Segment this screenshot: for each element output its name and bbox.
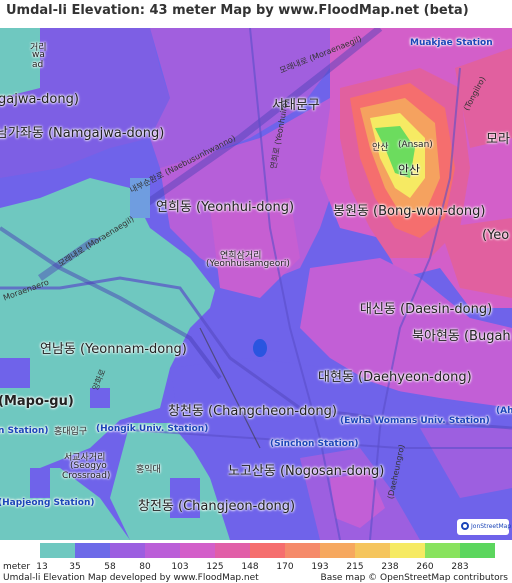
ad-label: ad (32, 60, 44, 70)
legend-tick-label: 58 (104, 562, 116, 572)
ansan-ko-label: 안산 (372, 143, 389, 153)
ansan-ko2-label: 안산 (398, 163, 421, 177)
yeonnam-dong-label: 연남동 (Yeonnam-dong) (40, 342, 187, 357)
yeon-right-label: (Yeo (482, 228, 510, 243)
mora-right-label: 모라 (486, 132, 510, 147)
legend-swatch (250, 543, 285, 558)
nogosan-dong-label: 노고산동 (Nogosan-dong) (228, 464, 385, 479)
legend-tick-label: 125 (206, 562, 224, 572)
mapo-gu-label: (Mapo-gu) (0, 394, 74, 409)
daesin-dong-label: 대신동 (Daesin-dong) (360, 302, 493, 317)
seogyo-en2-label: Crossroad) (62, 471, 111, 481)
legend-tick-label: 283 (451, 562, 469, 572)
legend-swatch (390, 543, 425, 558)
legend-tick-label: 80 (139, 562, 151, 572)
legend-tick-label: 13 (36, 562, 48, 572)
ah-right-label: (Ah (496, 406, 512, 416)
openstreetmap-logo[interactable]: JonStreetMap (457, 519, 512, 535)
legend-tick-label: 35 (69, 562, 81, 572)
legend-swatch (110, 543, 145, 558)
openstreetmap-logo-icon (461, 522, 469, 530)
bugahyeon-dong-label: 북아현동 (Bugah (412, 329, 511, 344)
map-title: Umdal-li Elevation: 43 meter Map by www.… (6, 3, 469, 18)
hapjeong-station-label: (Hapjeong Station) (0, 498, 95, 508)
yeonhui-samgeori-en-label: (Yeonhuisamgeori) (206, 259, 290, 269)
legend-tick-label: 170 (276, 562, 294, 572)
muakjae-station-label: Muakjae Station (410, 38, 493, 48)
elevation-map[interactable]: Muakjae Station 거리 wa ad gajwa-dong) 남가좌… (0, 28, 512, 540)
sinchon-station-label: (Sinchon Station) (270, 439, 359, 449)
legend-swatch (40, 543, 75, 558)
legend-swatch (425, 543, 460, 558)
changjeon-dong-label: 창전동 (Changjeon-dong) (138, 499, 296, 514)
hongdae-label: 홍익대 (136, 465, 161, 475)
legend-tick-label: 193 (311, 562, 329, 572)
legend-swatch (355, 543, 390, 558)
legend-swatch (215, 543, 250, 558)
legend-tick-label: 148 (241, 562, 259, 572)
gajwa-dong-label: gajwa-dong) (0, 92, 79, 107)
legend-tick-label: 103 (171, 562, 189, 572)
openstreetmap-logo-text: JonStreetMap (471, 523, 512, 530)
namgajwa-dong-label: 남가좌동 (Namgajwa-dong) (0, 126, 165, 141)
legend-swatch (145, 543, 180, 558)
legend-swatch (180, 543, 215, 558)
yeonhui-dong-label: 연희동 (Yeonhui-dong) (156, 200, 295, 215)
wa-label: wa (32, 50, 45, 60)
legend-swatch (460, 543, 495, 558)
bongwon-dong-label: 봉원동 (Bong-won-dong) (333, 204, 486, 219)
hongik-station-label: (Hongik Univ. Station) (96, 424, 209, 434)
n-station-label: n Station) (0, 426, 49, 436)
changcheon-dong-label: 창천동 (Changcheon-dong) (168, 404, 337, 419)
legend-unit-label: meter (3, 562, 31, 572)
ansan-en-label: (Ansan) (398, 140, 433, 150)
legend-tick-label: 260 (416, 562, 434, 572)
hongik-prefix-label: 홍대입구 (54, 427, 88, 437)
legend-swatch (320, 543, 355, 558)
legend-tick-label: 238 (381, 562, 399, 572)
legend-swatch (75, 543, 110, 558)
legend-tick-label: 215 (346, 562, 364, 572)
elevation-legend: meter 13 35 58 80 103 125 148 170 193 215 238 260 28… (0, 543, 512, 583)
ewha-station-label: (Ewha Womans Univ. Station) (340, 416, 490, 426)
seogyo-en-label: (Seogyo (70, 461, 107, 471)
legend-swatch (285, 543, 320, 558)
daehyeon-dong-label: 대현동 (Daehyeon-dong) (318, 370, 472, 385)
